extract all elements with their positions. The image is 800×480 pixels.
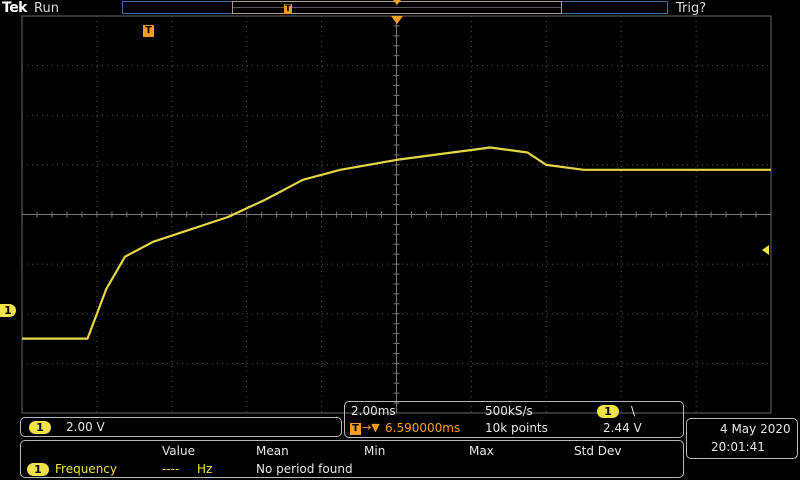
date: 4 May 2020 xyxy=(720,422,791,436)
record-trigger-marker-icon: T xyxy=(284,4,292,14)
measurement-header-max: Max xyxy=(469,444,494,458)
measurement-status: No period found xyxy=(256,462,353,476)
trigger-position-icon: T xyxy=(350,423,361,435)
trigger-position: 6.590000ms xyxy=(385,421,461,435)
channel1-ground-marker[interactable]: 1 xyxy=(0,304,16,317)
brand-logo: Tek xyxy=(2,0,28,16)
measurement-channel-badge: 1 xyxy=(27,463,49,476)
trigger-position-arrow-icon-text: →▼ xyxy=(362,421,380,434)
measurement-header-min: Min xyxy=(364,444,386,458)
measurement-value: ---- xyxy=(162,462,180,476)
timebase-panel[interactable]: 2.00ms 500kS/s 1 \ T →▼ 6.590000ms 10k p… xyxy=(344,401,684,438)
graticule xyxy=(21,15,772,414)
measurement-unit: Hz xyxy=(197,462,213,476)
trigger-source-badge: 1 xyxy=(597,405,619,418)
measurement-header-mean: Mean xyxy=(256,444,289,458)
channel1-badge: 1 xyxy=(29,421,51,434)
record-length: 10k points xyxy=(485,421,548,435)
time: 20:01:41 xyxy=(711,440,765,454)
channel1-scale-panel[interactable]: 1 2.00 V xyxy=(20,417,342,437)
acquisition-state[interactable]: Run xyxy=(34,1,59,16)
trigger-position-arrow-icon[interactable] xyxy=(391,16,403,24)
vertical-scale: 2.00 V xyxy=(66,420,105,434)
trigger-status: Trig? xyxy=(676,1,707,16)
date-time-panel: 4 May 2020 20:01:41 xyxy=(686,418,798,459)
horizontal-scale: 2.00ms xyxy=(351,404,396,418)
trigger-level: 2.44 V xyxy=(603,421,642,435)
measurement-panel[interactable]: Value Mean Min Max Std Dev 1 Frequency -… xyxy=(20,440,684,478)
trigger-level-arrow-icon[interactable] xyxy=(762,245,769,255)
measurement-name: Frequency xyxy=(55,462,117,476)
trigger-point-marker-icon: T xyxy=(143,25,154,37)
trigger-slope-icon: \ xyxy=(631,404,636,418)
record-trigger-arrow-icon xyxy=(393,0,401,5)
sample-rate: 500kS/s xyxy=(485,404,533,418)
measurement-header-value: Value xyxy=(162,444,195,458)
measurement-header-std-dev: Std Dev xyxy=(574,444,622,458)
